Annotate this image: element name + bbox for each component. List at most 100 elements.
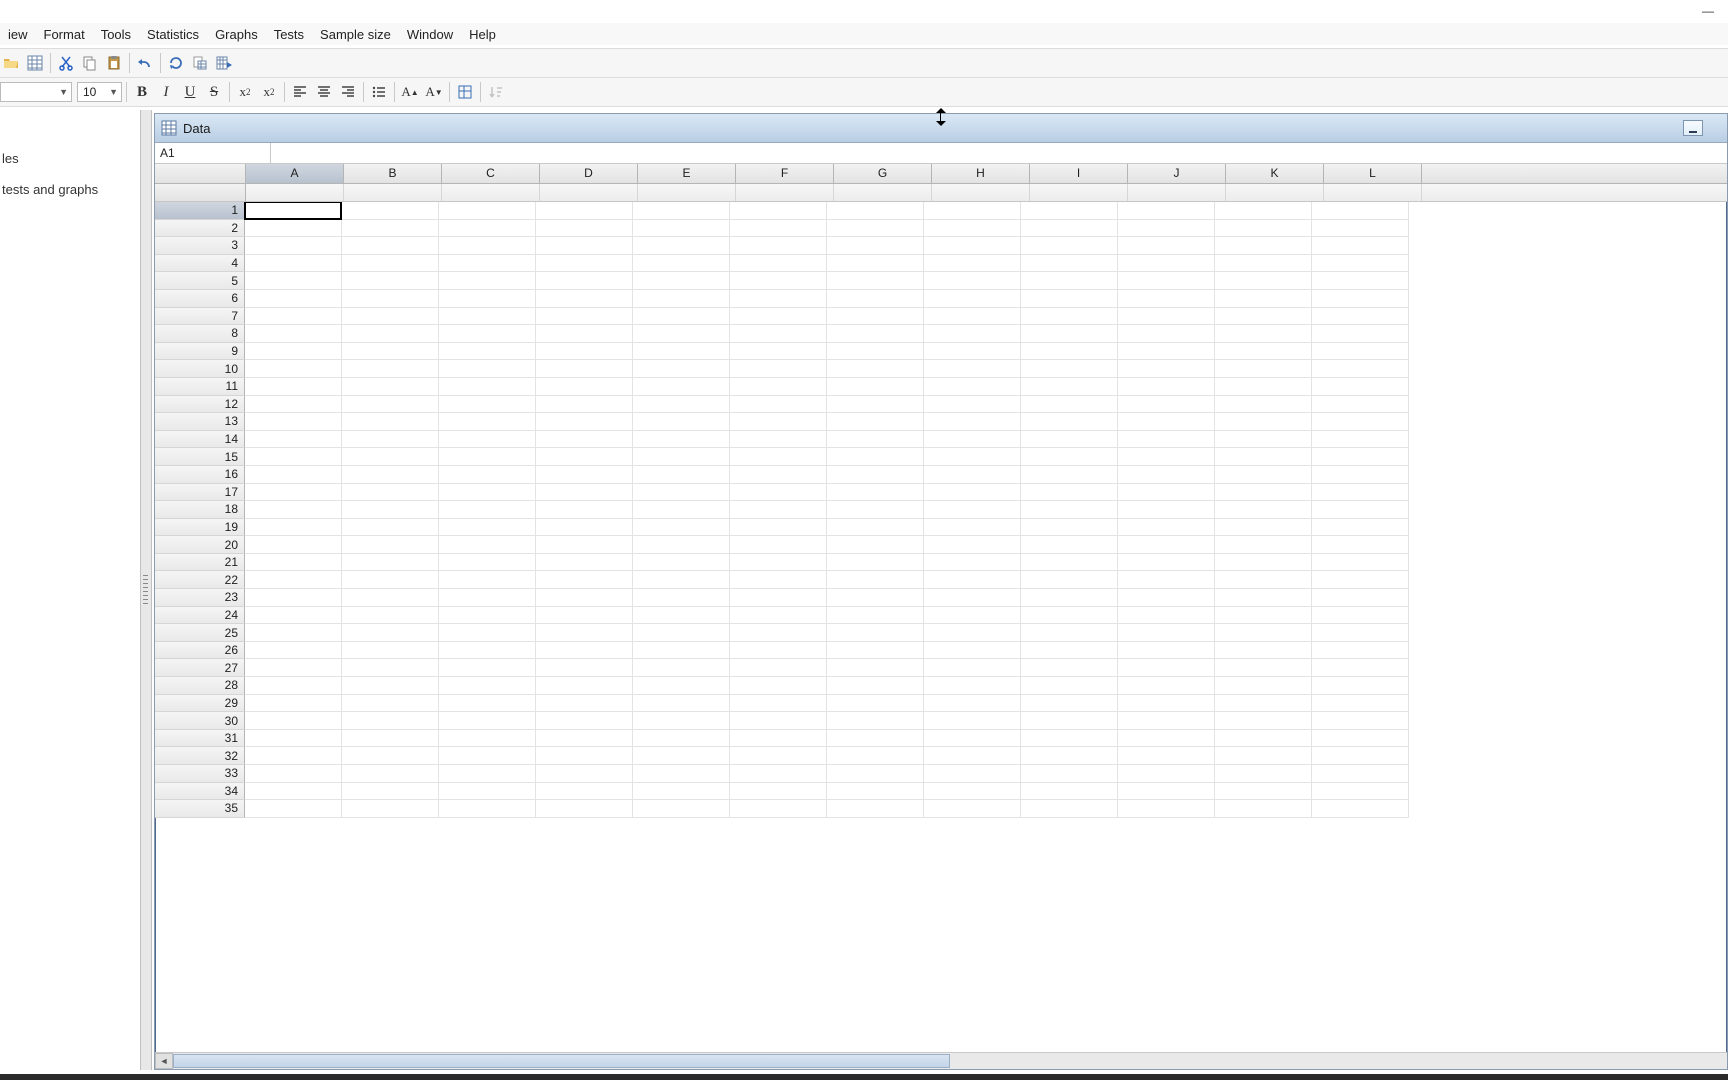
cell[interactable] [1215,466,1312,484]
cell[interactable] [342,466,439,484]
column-header[interactable]: G [834,164,932,183]
cell[interactable] [633,448,730,466]
cell[interactable] [924,571,1021,589]
cell[interactable] [1118,747,1215,765]
cell[interactable] [536,413,633,431]
align-center-button[interactable] [313,81,335,103]
cell[interactable] [1312,642,1409,660]
cell[interactable] [439,484,536,502]
cell[interactable] [439,712,536,730]
cell[interactable] [245,360,342,378]
scroll-left-button[interactable]: ◄ [155,1053,173,1069]
cell[interactable] [342,642,439,660]
cell[interactable] [924,800,1021,818]
new-sheet-icon[interactable] [24,52,46,74]
cell[interactable] [1021,747,1118,765]
cell[interactable] [730,343,827,361]
undo-icon[interactable] [134,52,156,74]
cell[interactable] [1021,448,1118,466]
cell[interactable] [827,536,924,554]
cell[interactable] [1118,677,1215,695]
cell[interactable] [1021,554,1118,572]
paste-sheet-icon[interactable] [189,52,211,74]
cell[interactable] [1021,624,1118,642]
cell[interactable] [1312,712,1409,730]
cell[interactable] [633,501,730,519]
cell[interactable] [924,308,1021,326]
sort-button[interactable] [485,81,507,103]
cell[interactable] [439,747,536,765]
cell[interactable] [536,783,633,801]
cell[interactable] [633,536,730,554]
cell[interactable] [245,747,342,765]
row-header[interactable]: 13 [155,413,245,431]
cell[interactable] [1215,360,1312,378]
cell[interactable] [827,431,924,449]
cell[interactable] [827,413,924,431]
cell[interactable] [1021,712,1118,730]
cell[interactable] [439,589,536,607]
row-header[interactable]: 33 [155,765,245,783]
row-header[interactable]: 12 [155,396,245,414]
cell[interactable] [1118,237,1215,255]
cell[interactable] [924,272,1021,290]
cell[interactable] [1215,396,1312,414]
cell[interactable] [1021,396,1118,414]
cell[interactable] [827,765,924,783]
cell[interactable] [730,659,827,677]
variable-name-cell[interactable] [1128,184,1226,201]
cell[interactable] [245,519,342,537]
cell[interactable] [633,466,730,484]
variable-name-cell[interactable] [1226,184,1324,201]
cell[interactable] [730,220,827,238]
cell[interactable] [1118,448,1215,466]
cell[interactable] [730,501,827,519]
cell[interactable] [536,659,633,677]
cell[interactable] [1021,659,1118,677]
cell[interactable] [1118,325,1215,343]
cell[interactable] [342,747,439,765]
cell[interactable] [1215,712,1312,730]
cell[interactable] [1215,607,1312,625]
variable-name-cell[interactable] [736,184,834,201]
cell[interactable] [1118,800,1215,818]
row-header[interactable]: 3 [155,237,245,255]
cell[interactable] [924,220,1021,238]
cell[interactable] [633,220,730,238]
cell[interactable] [633,255,730,273]
scrollbar-thumb[interactable] [173,1054,950,1068]
row-header[interactable]: 6 [155,290,245,308]
cell[interactable] [730,255,827,273]
cell[interactable] [633,712,730,730]
column-header[interactable]: H [932,164,1030,183]
cell[interactable] [342,308,439,326]
cell[interactable] [827,396,924,414]
cell[interactable] [730,519,827,537]
cell[interactable] [439,448,536,466]
cell[interactable] [342,571,439,589]
cell[interactable] [1312,413,1409,431]
cell[interactable] [1021,765,1118,783]
cell[interactable] [536,589,633,607]
cell[interactable] [245,237,342,255]
cell[interactable] [245,659,342,677]
cell[interactable] [827,448,924,466]
cell[interactable] [827,554,924,572]
strikethrough-button[interactable]: S [203,81,225,103]
cell[interactable] [730,695,827,713]
cell[interactable] [633,396,730,414]
cell[interactable] [342,484,439,502]
cell[interactable] [633,747,730,765]
cell[interactable] [1118,272,1215,290]
cell[interactable] [1215,747,1312,765]
column-header[interactable]: K [1226,164,1324,183]
cell[interactable] [1215,220,1312,238]
row-header[interactable]: 31 [155,730,245,748]
cell[interactable] [1215,448,1312,466]
cell[interactable] [342,607,439,625]
cell[interactable] [342,343,439,361]
row-header[interactable]: 14 [155,431,245,449]
variable-name-cell[interactable] [834,184,932,201]
side-item-tests-graphs[interactable]: tests and graphs [0,174,140,205]
cell[interactable] [1215,501,1312,519]
